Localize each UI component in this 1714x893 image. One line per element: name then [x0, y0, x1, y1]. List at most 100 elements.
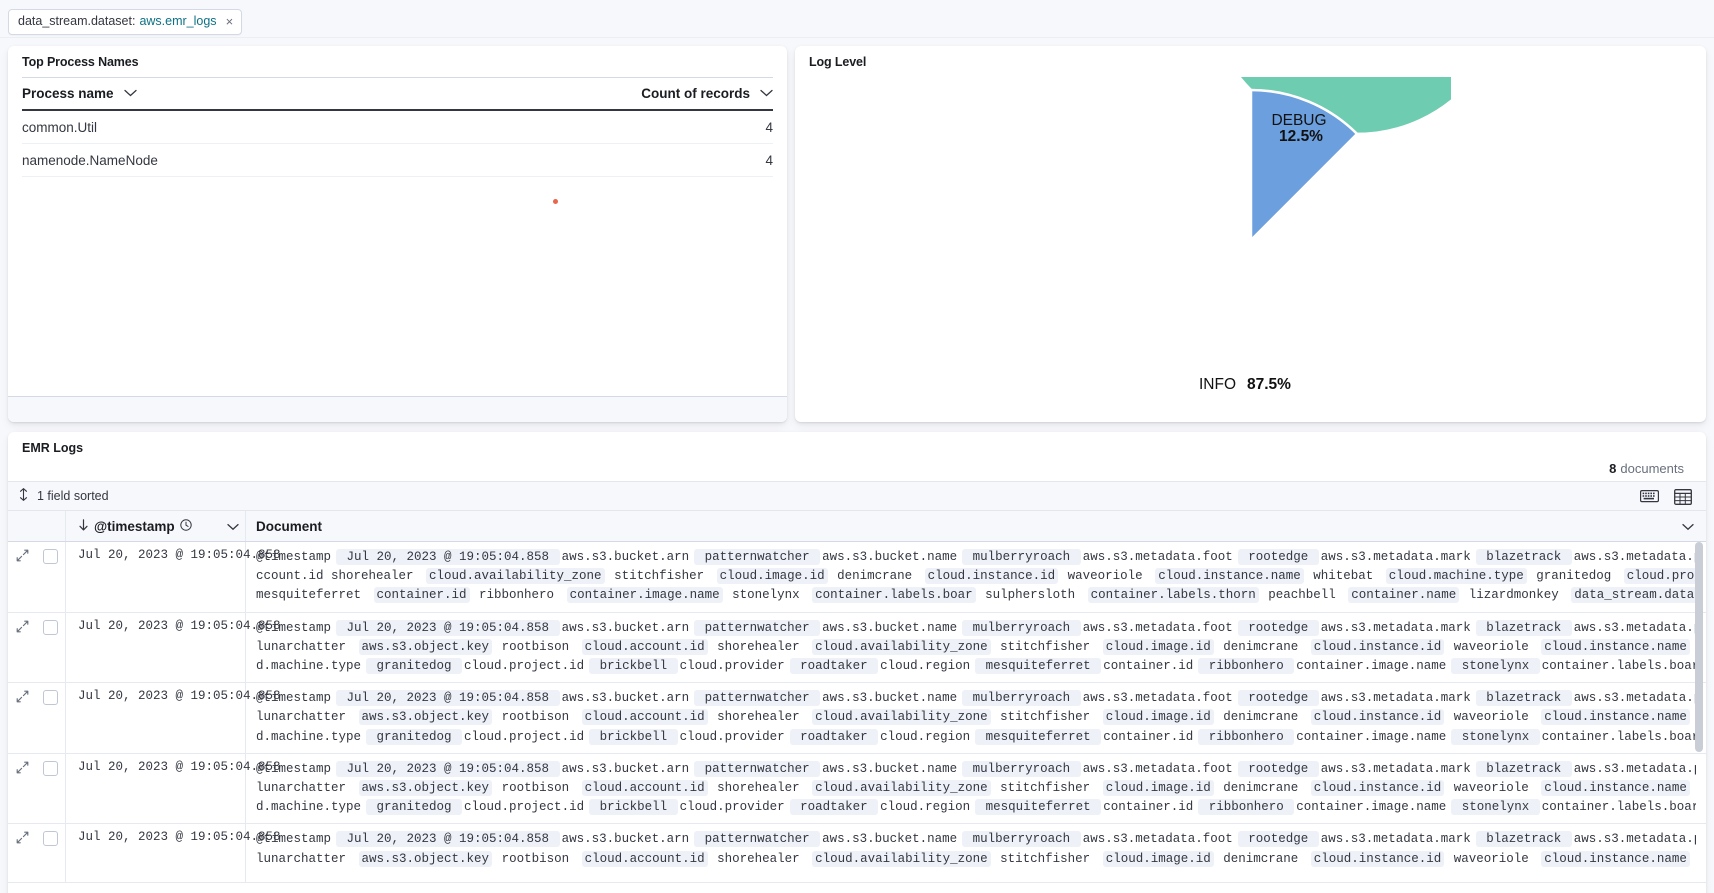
table-row[interactable]: Jul 20, 2023 @ 19:05:04.858@timestamp Ju…	[8, 542, 1706, 613]
field-name-badge: cloud.image.id	[717, 568, 828, 584]
field-value: aws.s3.metadata.parrot	[1574, 621, 1696, 635]
field-name-badge: cloud.availability_zone	[812, 639, 991, 655]
expand-icon[interactable]	[16, 549, 29, 612]
table-row[interactable]: common.Util 4	[22, 111, 773, 144]
sort-fields-label: 1 field sorted	[37, 489, 109, 503]
field-value: stitchfisher	[993, 781, 1098, 795]
field-value: aws.s3.metadata.foot	[1083, 550, 1233, 564]
row-select-cell[interactable]	[36, 542, 66, 612]
field-value: @timestamp	[256, 691, 331, 705]
field-name-badge: cloud.account.id	[582, 639, 708, 655]
field-name-badge: cloud.instance.name	[1155, 568, 1304, 584]
table-row[interactable]: Jul 20, 2023 @ 19:05:04.858@timestamp Ju…	[8, 683, 1706, 754]
row-checkbox[interactable]	[43, 761, 58, 776]
column-header-count-of-records[interactable]: Count of records	[613, 86, 773, 101]
row-select-cell[interactable]	[36, 683, 66, 753]
field-value: cloud.provider	[680, 800, 785, 814]
pie-label-debug-name: DEBUG	[1271, 112, 1326, 129]
field-name-badge: cloud.instance.name	[1541, 780, 1690, 796]
cell-document: @timestamp Jul 20, 2023 @ 19:05:04.858 a…	[246, 683, 1706, 753]
field-name-badge: blazetrack	[1476, 761, 1572, 777]
field-value: waveoriole	[1446, 781, 1536, 795]
display-options-icon[interactable]	[1674, 489, 1692, 504]
field-name-badge: cloud.instance.name	[1541, 851, 1690, 867]
row-checkbox[interactable]	[43, 831, 58, 846]
field-value: lunarchatter	[256, 710, 354, 724]
field-name-badge: mulberryroach	[962, 761, 1081, 777]
column-header-process-name-label: Process name	[22, 86, 114, 101]
expand-row-button[interactable]	[8, 754, 36, 824]
table-row[interactable]: Jul 20, 2023 @ 19:05:04.858@timestamp Ju…	[8, 613, 1706, 684]
field-name-badge: stonelynx	[1451, 658, 1540, 674]
expand-icon[interactable]	[16, 620, 29, 683]
row-checkbox[interactable]	[43, 690, 58, 705]
field-value: d.machine.type	[256, 800, 361, 814]
filter-pill-dataset[interactable]: data_stream.dataset: aws.emr_logs ×	[8, 9, 242, 35]
field-value: ccount.id shorehealer	[256, 569, 421, 583]
table-row[interactable]: namenode.NameNode 4	[22, 144, 773, 177]
chevron-down-icon[interactable]	[227, 519, 239, 534]
table-row[interactable]: Jul 20, 2023 @ 19:05:04.858@timestamp Ju…	[8, 824, 1706, 883]
field-value: shorehealer	[710, 852, 808, 866]
chevron-down-icon[interactable]	[760, 88, 773, 100]
field-value: rootbison	[494, 640, 577, 654]
field-name-badge: mulberryroach	[962, 549, 1081, 565]
field-value: @timestamp	[256, 550, 331, 564]
field-name-badge: blazetrack	[1476, 620, 1572, 636]
vertical-scrollbar[interactable]	[1695, 542, 1703, 893]
filter-bar: data_stream.dataset: aws.emr_logs ×	[0, 0, 1714, 38]
row-checkbox[interactable]	[43, 620, 58, 635]
field-value: aws.s3.metadata.foot	[1083, 621, 1233, 635]
field-value: stonelynx	[725, 588, 808, 602]
panel-top-process-names: Top Process Names Process name Count of …	[8, 46, 787, 422]
keyboard-shortcuts-icon[interactable]	[1640, 489, 1658, 504]
field-name-badge: cloud.instance.id	[1311, 639, 1445, 655]
chevron-down-icon[interactable]	[124, 88, 137, 100]
expand-row-button[interactable]	[8, 613, 36, 683]
field-name-badge: Jul 20, 2023 @ 19:05:04.858	[336, 690, 560, 706]
field-name-badge: container.labels.thorn	[1088, 587, 1259, 603]
field-value: cloud.region	[880, 800, 970, 814]
field-value: aws.s3.metadata.mark	[1321, 832, 1471, 846]
expand-icon[interactable]	[16, 761, 29, 824]
document-line: @timestamp Jul 20, 2023 @ 19:05:04.858 a…	[256, 689, 1696, 708]
row-select-cell[interactable]	[36, 754, 66, 824]
column-header-timestamp[interactable]: @timestamp	[66, 511, 246, 541]
document-line: lunarchatter aws.s3.object.key rootbison…	[256, 850, 1696, 869]
field-value: d.machine.type	[256, 659, 361, 673]
column-header-document[interactable]: Document	[246, 511, 1706, 541]
row-select-cell[interactable]	[36, 824, 66, 882]
expand-row-button[interactable]	[8, 683, 36, 753]
field-value: container.labels.boar	[1542, 659, 1696, 673]
field-value: cloud.project.id	[464, 800, 584, 814]
row-checkbox[interactable]	[43, 549, 58, 564]
cell-timestamp: Jul 20, 2023 @ 19:05:04.858	[66, 683, 246, 753]
grid-header-select-spacer	[36, 511, 66, 541]
field-value: container.labels.boar	[1542, 730, 1696, 744]
document-line: lunarchatter aws.s3.object.key rootbison…	[256, 708, 1696, 727]
close-icon[interactable]: ×	[226, 15, 234, 28]
field-name-badge: cloud.machine.type	[1386, 568, 1527, 584]
filter-field-label: data_stream.dataset:	[18, 15, 135, 28]
field-value: aws.s3.bucket.name	[822, 762, 957, 776]
log-level-pie-chart: DEBUG 12.5% INFO 87.5%	[795, 77, 1706, 422]
document-line: @timestamp Jul 20, 2023 @ 19:05:04.858 a…	[256, 619, 1696, 638]
field-value: granitedog	[1529, 569, 1619, 583]
sort-fields-button[interactable]: 1 field sorted	[18, 488, 109, 504]
column-header-process-name[interactable]: Process name	[22, 86, 613, 101]
expand-row-button[interactable]	[8, 824, 36, 882]
field-value: sulphersloth	[978, 588, 1083, 602]
field-value: peachbell	[1261, 588, 1344, 602]
expand-row-button[interactable]	[8, 542, 36, 612]
table-footer-strip	[8, 396, 787, 422]
field-name-badge: cloud.account.id	[582, 851, 708, 867]
vertical-scrollbar-thumb[interactable]	[1695, 542, 1703, 752]
chevron-down-icon[interactable]	[1682, 519, 1694, 534]
document-line: mesquiteferret container.id ribbonhero c…	[256, 586, 1696, 605]
table-row[interactable]: Jul 20, 2023 @ 19:05:04.858@timestamp Ju…	[8, 754, 1706, 825]
field-value: shorehealer	[710, 781, 808, 795]
row-select-cell[interactable]	[36, 613, 66, 683]
document-line: d.machine.type granitedog cloud.project.…	[256, 798, 1696, 817]
expand-icon[interactable]	[16, 690, 29, 753]
expand-icon[interactable]	[16, 831, 29, 882]
